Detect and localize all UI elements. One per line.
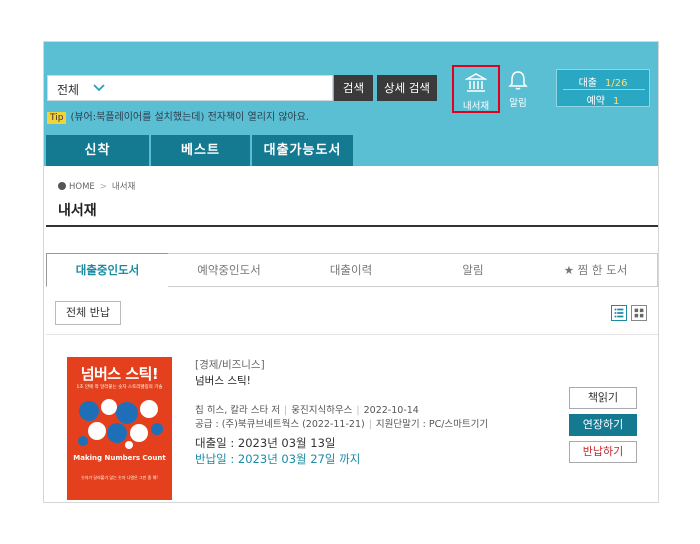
cover-note: 숫자가 달라붙기 않는 숫자 나열은 그만 좀 해! [81,475,158,480]
breadcrumb-separator: > [99,182,107,192]
book-category: [경제/비즈니스] [195,359,265,371]
book-author-line: 칩 히스, 칼라 스타 저 | 웅진지식하우스 | 2022-10-14 [195,402,419,416]
list-divider [46,334,658,335]
tip-message[interactable]: Tip (뷰어:북플레이어를 설치했는데) 전자책이 열리지 않아요. [47,108,309,124]
tab-history[interactable]: 대출이력 [290,253,413,287]
book-title[interactable]: 넘버스 스틱! [195,373,251,388]
search-button[interactable]: 검색 [334,75,373,101]
breadcrumb-home[interactable]: HOME [69,182,95,192]
read-button[interactable]: 책읽기 [569,387,637,409]
book-authors: 칩 히스, 칼라 스타 저 [195,405,281,416]
book-cover[interactable]: 넘버스 스틱! 1초 만에 착 달라붙는 숫자 스토리텔링의 기술 Making… [67,357,172,500]
loan-divider [563,89,645,90]
cover-bubbles-illustration [78,399,163,449]
breadcrumb-current: 내서재 [111,182,136,192]
return-date: 반납일 : 2023년 03월 27일 까지 [195,452,361,466]
book-supply-line: 공급 : (주)북큐브네트웍스 (2022-11-21) | 지원단말기 : PC/… [195,416,488,430]
cover-title: 넘버스 스틱! [80,365,159,383]
home-icon [58,182,66,190]
loan-count: 대출 1/26 [578,78,628,89]
tab-alarm[interactable]: 알림 [412,253,535,287]
separator: | [284,405,288,416]
mybooks-tabs: 대출중인도서 예약중인도서 대출이력 알림 ★ 찜 한 도서 [46,253,658,287]
app-frame: 전체 검색 상세 검색 Tip (뷰어:북플레이어를 설치했는데) 전자책이 열리… [43,41,659,503]
grid-view-icon[interactable] [631,305,647,321]
return-button[interactable]: 반납하기 [569,441,637,463]
list-view-icon[interactable] [611,305,627,321]
tab-wishlist[interactable]: ★ 찜 한 도서 [534,253,658,287]
tip-badge: Tip [47,112,67,124]
chevron-down-icon [93,84,105,92]
search-scope-label: 전체 [57,83,80,97]
cover-subtitle: 1초 만에 착 달라붙는 숫자 스토리텔링의 기술 [76,385,163,390]
page-title: 내서재 [58,203,97,219]
book-supplier: 공급 : (주)북큐브네트웍스 (2022-11-21) [195,419,365,430]
library-icon [465,73,487,92]
tab-reserved[interactable]: 예약중인도서 [168,253,291,287]
nav-tab-new[interactable]: 신착 [46,135,149,166]
breadcrumb: HOME > 내서재 [58,180,135,192]
advanced-search-button[interactable]: 상세 검색 [377,75,437,101]
loan-date: 대출일 : 2023년 03월 13일 [195,436,336,450]
nav-tab-available[interactable]: 대출가능도서 [252,135,353,166]
bell-icon [508,71,528,90]
cover-english-title: Making Numbers Count [73,454,166,462]
tab-loaned[interactable]: 대출중인도서 [46,253,169,287]
header: 전체 검색 상세 검색 Tip (뷰어:북플레이어를 설치했는데) 전자책이 열리… [44,42,658,166]
alarm-button[interactable]: 알림 [498,69,538,109]
return-all-button[interactable]: 전체 반납 [55,301,121,325]
title-divider [46,225,658,227]
tip-text: (뷰어:북플레이어를 설치했는데) 전자책이 열리지 않아요. [70,112,310,123]
loan-status-box[interactable]: 대출 1/26 예약 1 [556,69,650,107]
alarm-label: 알림 [509,98,527,109]
extend-button[interactable]: 연장하기 [569,414,637,436]
book-pub-date: 2022-10-14 [363,405,419,416]
book-support: 지원단말기 : PC/스마트기기 [375,419,489,430]
mybooks-label: 내서재 [462,101,490,112]
separator: | [356,405,360,416]
search-scope-select[interactable]: 전체 [47,75,333,101]
reserve-count: 예약 1 [586,96,620,107]
nav-tab-best[interactable]: 베스트 [151,135,250,166]
separator: | [368,419,372,430]
book-publisher: 웅진지식하우스 [291,405,353,416]
mybooks-button[interactable]: 내서재 [452,65,500,113]
